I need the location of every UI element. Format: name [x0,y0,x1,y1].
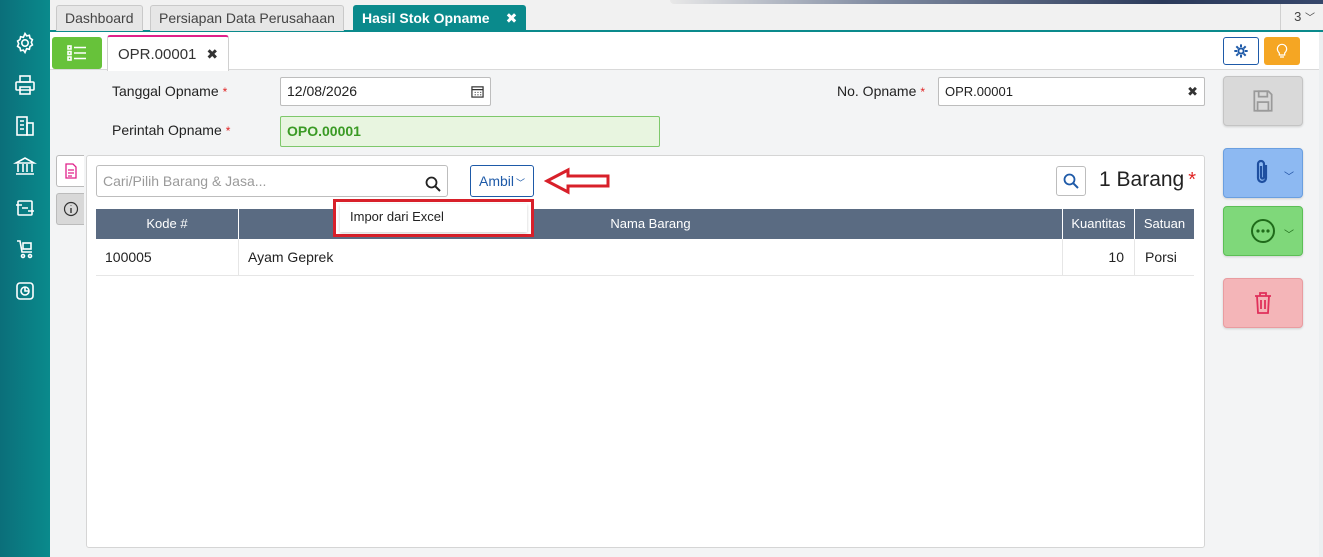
delete-button[interactable] [1223,278,1303,328]
no-opname-label: No. Opname * [837,83,925,99]
cart-icon[interactable] [12,236,38,262]
tanggal-opname-value: 12/08/2026 [287,83,358,99]
perintah-opname-text: Perintah Opname [112,122,222,138]
header-decoration [670,0,1323,4]
tanggal-opname-text: Tanggal Opname [112,83,219,99]
close-icon[interactable]: ✖ [206,46,218,62]
sidebar [0,0,50,557]
chevron-down-icon: ﹀ [1284,172,1294,183]
printer-icon[interactable] [12,72,38,98]
attachment-button[interactable]: ﹀ [1223,148,1303,198]
required-mark: * [1188,169,1197,191]
list-icon [67,45,86,61]
column-header-kuantitas[interactable]: Kuantitas [1063,209,1135,239]
menu-item-impor-excel[interactable]: Impor dari Excel [340,204,527,232]
no-opname-text: No. Opname [837,83,917,99]
search-icon[interactable] [425,172,441,202]
doc-tab-opr[interactable]: OPR.00001 ✖ [107,35,230,71]
item-count: 1 Barang * [1099,168,1196,192]
tab-persiapan-data[interactable]: Persiapan Data Perusahaan [150,5,344,31]
list-button[interactable] [52,37,102,69]
paperclip-icon [1256,159,1268,184]
settings-icon [1234,44,1248,58]
chevron-down-icon: ﹀ [516,178,526,188]
arrow-left-icon [544,167,610,195]
chevron-down-icon: ﹀ [1305,13,1315,24]
tanggal-opname-field[interactable]: 12/08/2026 [280,77,491,106]
tab-hasil-stok-opname[interactable]: Hasil Stok Opname ✖ [353,5,527,31]
search-icon [1063,173,1079,189]
tab-count-dropdown[interactable]: 3 ﹀ [1294,9,1315,24]
lightbulb-icon [1276,43,1288,58]
gear-icon[interactable] [12,30,38,56]
save-button[interactable] [1223,76,1303,126]
items-card: Cari/Pilih Barang & Jasa... Ambil ﹀ 1 Bar… [86,155,1205,548]
table-row[interactable]: 100005 Ayam Geprek 10 Porsi [96,239,1194,276]
calendar-icon[interactable] [471,78,484,107]
tab-info[interactable] [56,193,84,225]
bank-icon[interactable] [12,153,38,179]
search-placeholder: Cari/Pilih Barang & Jasa... [103,173,267,189]
document-tab-bar: OPR.00001 ✖ [50,32,1319,71]
required-mark: * [222,85,228,99]
quantity-search-button[interactable] [1056,166,1086,196]
tab-bar: Dashboard Persiapan Data Perusahaan Hasi… [50,0,1323,32]
table-header: Kode # Nama Barang Kuantitas Satuan [96,209,1194,239]
tab-detail[interactable] [56,155,84,187]
item-search-input[interactable]: Cari/Pilih Barang & Jasa... [96,165,448,197]
save-icon [1253,90,1273,112]
cell-kode: 100005 [96,239,239,276]
more-actions-button[interactable]: ﹀ [1223,206,1303,256]
column-header-satuan[interactable]: Satuan [1135,209,1194,239]
chevron-down-icon: ﹀ [1284,230,1294,241]
main-panel: OPR.00001 ✖ Tanggal Opname * 12/08/2026 Pe… [50,32,1319,557]
tab-label: Hasil Stok Opname [362,10,490,26]
no-opname-value: OPR.00001 [945,84,1013,99]
doc-tab-label: OPR.00001 [118,46,197,63]
building-icon[interactable] [12,113,38,139]
cell-kuantitas: 10 [1063,239,1135,276]
tanggal-opname-label: Tanggal Opname * [112,83,227,99]
perintah-opname-label: Perintah Opname * [112,122,230,138]
info-icon [63,201,78,217]
column-header-kode[interactable]: Kode # [96,209,239,239]
trash-icon [1255,292,1271,314]
cell-nama: Ayam Geprek [239,239,1063,276]
no-opname-field[interactable]: OPR.00001 ✖ [938,77,1205,106]
close-icon[interactable]: ✖ [506,10,518,26]
tab-dashboard[interactable]: Dashboard [56,5,143,31]
tab-count: 3 [1294,9,1302,24]
transfer-icon[interactable] [12,195,38,221]
required-mark: * [225,124,231,138]
ambil-label: Ambil [478,173,514,189]
settings-button[interactable] [1223,37,1259,65]
required-mark: * [920,85,926,99]
document-icon [64,163,77,179]
more-icon [1251,219,1275,243]
item-count-text: 1 Barang [1099,168,1185,191]
tips-button[interactable] [1264,37,1300,65]
perintah-opname-field[interactable]: OPO.00001 [280,116,660,147]
clear-icon[interactable]: ✖ [1187,78,1198,105]
cell-satuan: Porsi [1145,249,1177,265]
divider [1280,4,1281,30]
ambil-dropdown-menu: Impor dari Excel [333,199,534,237]
ambil-dropdown-button[interactable]: Ambil ﹀ [470,165,534,197]
report-icon[interactable] [12,278,38,304]
